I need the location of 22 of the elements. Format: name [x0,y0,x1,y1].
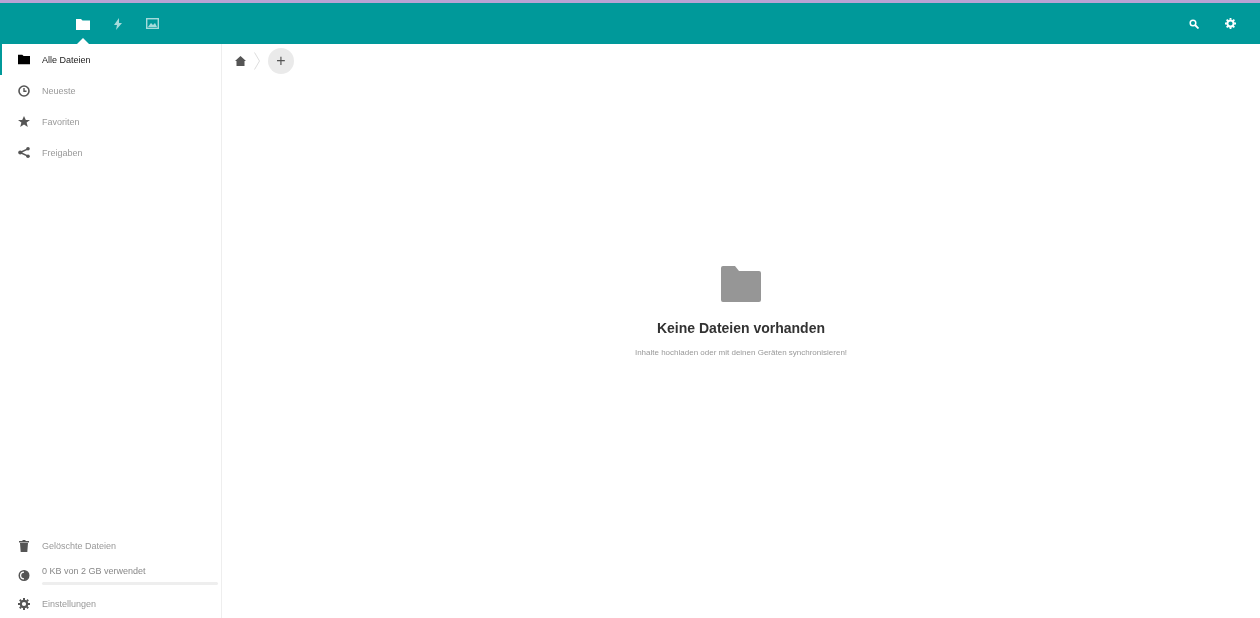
empty-title: Keine Dateien vorhanden [656,320,825,336]
folder-icon [18,54,30,65]
sidebar-item[interactable]: Alle Dateien [0,44,221,75]
deleted-files-item[interactable]: Gelöschte Dateien [0,532,221,560]
search-icon[interactable] [1189,18,1199,29]
gear-icon [18,598,30,610]
star-icon [18,115,30,128]
sidebar-item[interactable]: Neueste [0,75,221,106]
quota-label: 0 KB von 2 GB verwendet [42,565,147,576]
share-icon [18,147,30,158]
settings-item[interactable]: Einstellungen [0,590,221,618]
folder-icon [720,266,762,302]
settings-icon[interactable] [1225,18,1236,29]
add-button[interactable]: + [268,48,294,74]
clock-icon [18,84,30,97]
sidebar-item[interactable]: Freigaben [0,137,221,168]
breadcrumb-separator-icon [254,52,260,70]
home-icon[interactable] [235,56,246,66]
sidebar-item[interactable]: Favoriten [0,106,221,137]
empty-hint: Inhalte hochladen oder mit deinen Geräten synchronisieren! [634,348,848,357]
pie-chart-icon [18,569,30,581]
trash-icon [18,540,30,552]
